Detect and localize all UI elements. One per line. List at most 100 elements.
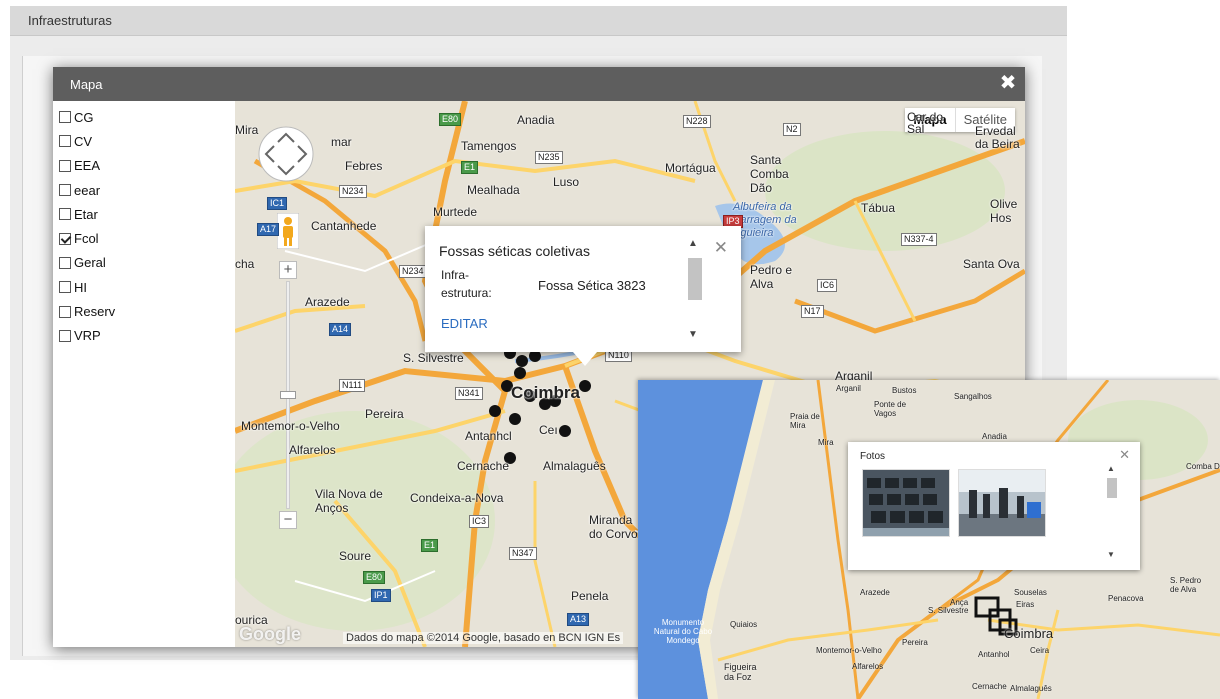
- infowindow: Fossas séticas coletivas Infra-estrutura…: [425, 226, 741, 366]
- google-logo: Google: [239, 624, 301, 644]
- layer-label: Fcol: [74, 231, 99, 247]
- road-shield: N341: [455, 387, 483, 400]
- road-shield: N111: [339, 379, 366, 392]
- road-shield: IP1: [371, 589, 391, 602]
- pan-control[interactable]: [257, 125, 315, 183]
- map-label-cantanhede: Cantanhede: [311, 219, 377, 233]
- layer-label: Etar: [74, 206, 98, 222]
- scroll-down-icon[interactable]: ▼: [688, 329, 698, 340]
- layer-checkbox[interactable]: [59, 184, 71, 197]
- pm-label-cernache: Cernache: [972, 682, 1007, 691]
- modal-title: Mapa: [70, 77, 103, 92]
- photo-thumbnail-crowd[interactable]: [958, 469, 1046, 537]
- layer-checkbox[interactable]: [59, 281, 71, 294]
- fotos-close-icon[interactable]: ✕: [1119, 447, 1130, 463]
- layer-item-cv[interactable]: CV: [59, 129, 229, 153]
- map-attribution[interactable]: Dados do mapa ©2014 Google, basado en BC…: [343, 632, 624, 644]
- modal-close-icon[interactable]: ✖: [997, 72, 1019, 94]
- pm-label-arazede: Arazede: [860, 588, 890, 597]
- pm-label-coimbra: Coimbra: [1004, 626, 1054, 641]
- layer-label: CG: [74, 109, 94, 125]
- page-title: Infraestruturas: [28, 13, 112, 28]
- photo-thumbnail-keyboard[interactable]: [862, 469, 950, 537]
- map-label-mortagua: Mortágua: [665, 161, 716, 175]
- map-label-tamengos: Tamengos: [461, 139, 517, 153]
- fotos-scrollbar[interactable]: ▲ ▼: [1106, 464, 1118, 559]
- modal-titlebar: Mapa ✖: [53, 67, 1025, 101]
- map-label-arazede: Arazede: [305, 295, 350, 309]
- scroll-up-icon[interactable]: ▲: [1107, 464, 1115, 473]
- layer-label: CV: [74, 133, 93, 149]
- street-view-pegman-icon[interactable]: [276, 212, 300, 250]
- layer-checkbox[interactable]: [59, 305, 71, 318]
- zoom-in-button[interactable]: +: [279, 261, 297, 279]
- map-label-s-silvestre: S. Silvestre: [403, 351, 464, 365]
- road-shield: A13: [567, 613, 590, 626]
- layer-item-fcol[interactable]: Fcol: [59, 226, 229, 250]
- map-label-mar: mar: [331, 135, 352, 149]
- pm-label-souselas: Souselas: [1014, 588, 1047, 597]
- scroll-down-icon[interactable]: ▼: [1107, 550, 1115, 559]
- layer-checkbox[interactable]: [59, 111, 71, 124]
- map-label-ceira: Ceı: [539, 423, 558, 437]
- layer-label: eear: [74, 182, 101, 198]
- layer-checkbox[interactable]: [59, 208, 71, 221]
- photo-map-panel[interactable]: Arganil Bustos Sangalhos Ponte de Vagos …: [638, 380, 1220, 699]
- road-shield: N234: [399, 265, 427, 278]
- pm-label-s-silvestre: S. Silvestre: [928, 606, 969, 615]
- road-shield: A17: [257, 223, 280, 236]
- layer-checkbox[interactable]: [59, 159, 71, 172]
- infowindow-close-icon[interactable]: ✕: [714, 238, 728, 258]
- pm-label-pereira: Pereira: [902, 638, 928, 647]
- scrollbar-thumb[interactable]: [688, 258, 702, 300]
- map-label-febres: Febres: [345, 159, 383, 173]
- map-label-santa-ovaia: Santa Ova: [963, 257, 1020, 271]
- map-label-mealhada: Mealhada: [467, 183, 520, 197]
- layer-item-hi[interactable]: HI: [59, 275, 229, 299]
- layer-checkbox[interactable]: [59, 135, 71, 148]
- road-shield: E1: [421, 539, 439, 552]
- map-label-oliveira: Olive Hos: [990, 197, 1018, 225]
- scroll-up-icon[interactable]: ▲: [688, 238, 698, 249]
- infowindow-field-value: Fossa Sética 3823: [538, 278, 646, 293]
- layer-checkbox[interactable]: [59, 329, 71, 342]
- layer-label: HI: [74, 279, 87, 295]
- road-shield: E80: [363, 571, 386, 584]
- road-shield: IC3: [469, 515, 490, 528]
- map-label-mira: Mira: [235, 123, 259, 137]
- layer-item-reserv[interactable]: Reserv: [59, 299, 229, 323]
- layer-item-etar[interactable]: Etar: [59, 202, 229, 226]
- road-shield: E80: [439, 113, 462, 126]
- infowindow-title: Fossas séticas coletivas: [439, 243, 590, 259]
- layer-item-eear[interactable]: eear: [59, 178, 229, 202]
- layer-checkbox[interactable]: [59, 256, 71, 269]
- pm-label-montemor: Montemor-o-Velho: [816, 646, 882, 655]
- edit-link[interactable]: EDITAR: [441, 316, 488, 331]
- map-label-coimbra: Coimbra: [511, 383, 580, 402]
- map-label-albufeira: Albufeira da Barragem da Aguieira: [733, 201, 797, 239]
- map-label-luso: Luso: [553, 175, 580, 189]
- pm-label-praia-mira: Praia de Mira: [790, 412, 820, 430]
- map-label-alfarelos: Alfarelos: [289, 443, 336, 457]
- road-shield: N234: [339, 185, 367, 198]
- map-label-penela: Penela: [571, 589, 609, 603]
- scrollbar-thumb[interactable]: [1107, 478, 1117, 498]
- road-shield: N235: [535, 151, 563, 164]
- layer-item-eea[interactable]: EEA: [59, 154, 229, 178]
- road-shield: N228: [683, 115, 711, 128]
- map-label-condeixa: Condeixa-a-Nova: [410, 491, 504, 505]
- zoom-out-button[interactable]: −: [279, 511, 297, 529]
- map-label-vila-nova-ancos: Vila Nova de Anços: [315, 487, 383, 515]
- road-shield: N17: [801, 305, 824, 318]
- zoom-slider-thumb[interactable]: [280, 391, 296, 399]
- road-shield: IC1: [267, 197, 288, 210]
- infowindow-field-label: Infra-estrutura:: [441, 268, 492, 300]
- layer-label: Reserv: [74, 304, 116, 320]
- layer-checkbox-checked[interactable]: [59, 232, 71, 245]
- layer-item-vrp[interactable]: VRP: [59, 324, 229, 348]
- layer-item-cg[interactable]: CG: [59, 105, 229, 129]
- infowindow-scrollbar[interactable]: ▲ ▼: [686, 238, 702, 340]
- pm-label-anadia: Anadia: [982, 432, 1007, 441]
- layer-item-geral[interactable]: Geral: [59, 251, 229, 275]
- pm-label-monumento: Monumento Natural do Cabo Mondego: [653, 618, 713, 645]
